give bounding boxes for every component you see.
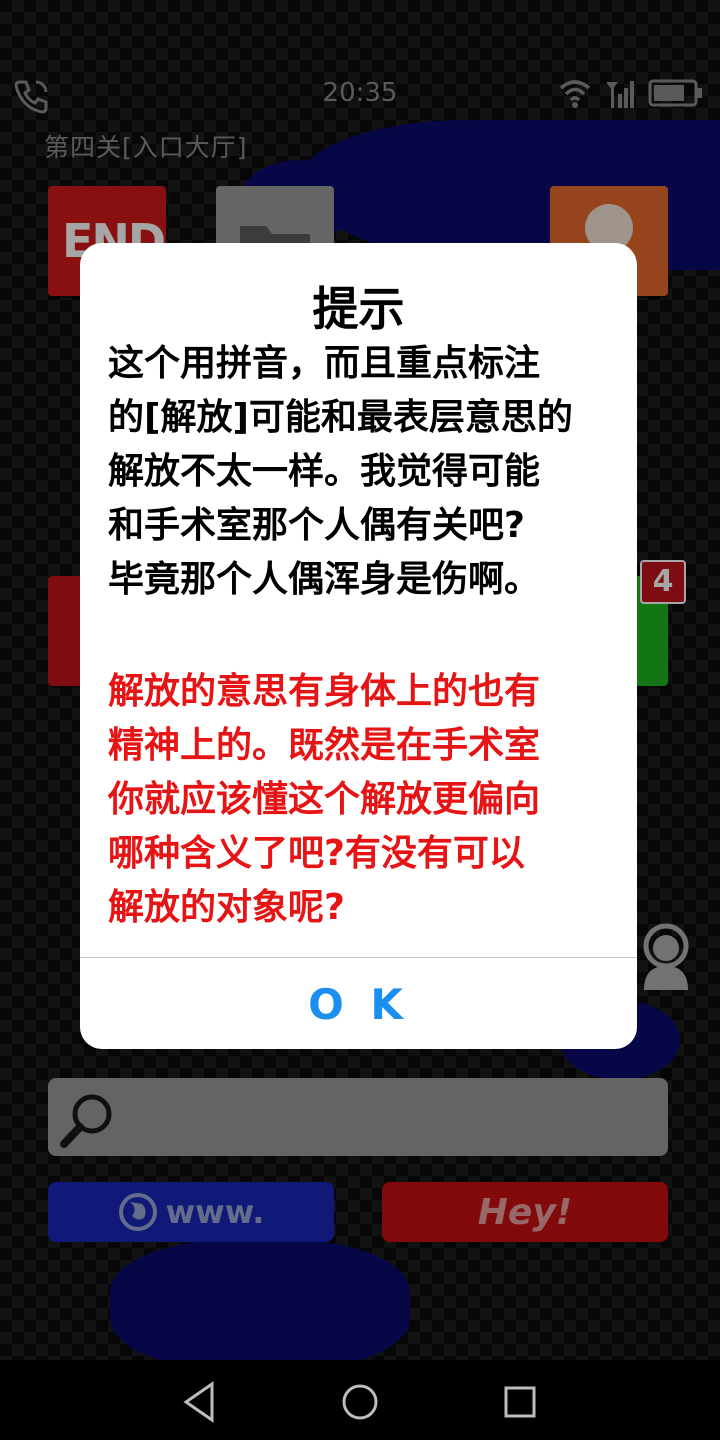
home-icon[interactable]	[336, 1378, 384, 1426]
ok-button[interactable]: O K	[80, 959, 637, 1049]
dialog-divider	[80, 957, 637, 958]
dialog-hint-text: 解放的意思有身体上的也有 精神上的。既然是在手术室 你就应该懂这个解放更偏向 哪…	[108, 671, 541, 928]
hint-dialog: 提示 这个用拼音，而且重点标注 的[解放]可能和最表层意思的 解放不太一样。我觉…	[80, 243, 637, 1049]
back-icon[interactable]	[176, 1378, 224, 1426]
dialog-title: 提示	[312, 282, 405, 336]
navigation-bar	[0, 1360, 720, 1440]
recents-icon[interactable]	[496, 1378, 544, 1426]
dialog-body-text: 这个用拼音，而且重点标注 的[解放]可能和最表层意思的 解放不太一样。我觉得可能…	[108, 343, 573, 600]
